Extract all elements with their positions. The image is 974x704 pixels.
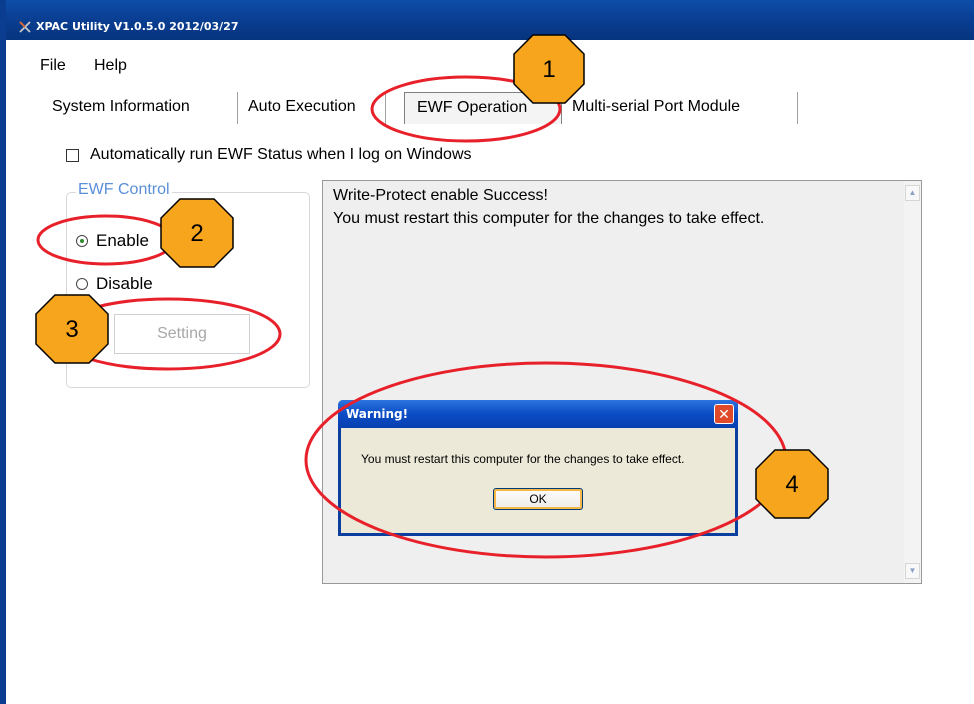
dialog-message: You must restart this computer for the c… [361, 452, 685, 466]
dialog-body: You must restart this computer for the c… [341, 428, 735, 533]
disable-label: Disable [96, 274, 153, 293]
tab-ewf-operation[interactable]: EWF Operation [404, 92, 562, 124]
vertical-scrollbar[interactable]: ▲ ▼ [904, 181, 921, 583]
title-bar[interactable]: XPAC Utility V1.0.5.0 2012/03/27 [6, 0, 974, 40]
output-line: Write-Protect enable Success! [333, 187, 548, 204]
dialog-title: Warning! [346, 407, 409, 421]
disable-radio[interactable] [76, 278, 88, 290]
menu-bar: File Help [12, 40, 974, 84]
menu-file[interactable]: File [40, 57, 66, 75]
radio-selected-dot [80, 239, 84, 243]
menu-help[interactable]: Help [94, 57, 127, 75]
tab-label: EWF Operation [417, 99, 528, 116]
window-title: XPAC Utility V1.0.5.0 2012/03/27 [36, 20, 239, 33]
enable-radio[interactable] [76, 235, 88, 247]
scroll-down-icon[interactable]: ▼ [905, 563, 920, 579]
tab-label: Auto Execution [248, 98, 356, 115]
close-icon[interactable]: ✕ [714, 404, 734, 424]
enable-label: Enable [96, 231, 149, 250]
dialog-title-bar[interactable]: Warning! ✕ [338, 400, 738, 428]
warning-dialog: Warning! ✕ You must restart this compute… [338, 400, 738, 536]
ewf-control-title: EWF Control [76, 181, 172, 199]
tab-label: Multi-serial Port Module [572, 98, 741, 115]
auto-run-label: Automatically run EWF Status when I log … [90, 146, 472, 163]
tab-system-information[interactable]: System Information [52, 92, 238, 124]
x-logo-icon [19, 21, 31, 33]
tab-auto-execution[interactable]: Auto Execution [248, 92, 386, 124]
tab-multi-serial-port-module[interactable]: Multi-serial Port Module [572, 92, 798, 124]
tab-strip: System Information Auto Execution EWF Op… [12, 84, 974, 124]
ok-button[interactable]: OK [493, 488, 583, 510]
scroll-up-icon[interactable]: ▲ [905, 185, 920, 201]
tab-label: System Information [52, 98, 190, 115]
app-window: XPAC Utility V1.0.5.0 2012/03/27 File He… [0, 0, 974, 704]
auto-run-checkbox[interactable] [66, 149, 79, 162]
output-line: You must restart this computer for the c… [333, 210, 765, 227]
setting-button[interactable]: Setting [114, 314, 250, 354]
